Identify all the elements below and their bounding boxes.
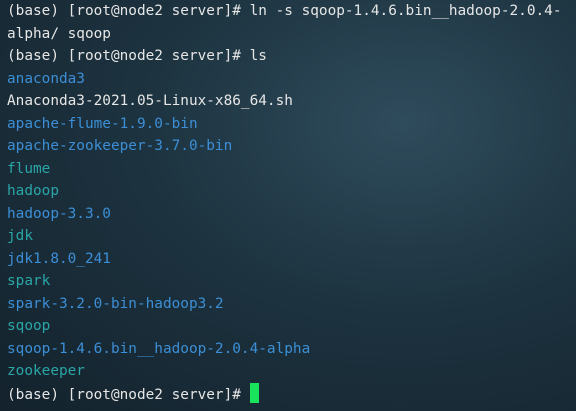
text-cursor bbox=[249, 382, 259, 403]
prompt-line[interactable]: (base) [root@node2 server]# bbox=[7, 382, 576, 406]
directory-name: jdk1.8.0_241 bbox=[7, 250, 111, 267]
terminal-line: (base) [root@node2 server]# ln -s sqoop-… bbox=[7, 0, 576, 23]
directory-name: hadoop-3.3.0 bbox=[7, 205, 111, 222]
symlink-entry: sqoop bbox=[7, 315, 576, 338]
directory-entry: spark-3.2.0-bin-hadoop3.2 bbox=[7, 293, 576, 316]
directory-entry: hadoop-3.3.0 bbox=[7, 203, 576, 226]
directory-entry: anaconda3 bbox=[7, 68, 576, 91]
file-name: Anaconda3-2021.05-Linux-x86_64.sh bbox=[7, 93, 293, 109]
directory-name: apache-zookeeper-3.7.0-bin bbox=[7, 138, 233, 154]
command-text: alpha/ sqoop bbox=[7, 25, 111, 42]
terminal-line: alpha/ sqoop bbox=[7, 23, 576, 46]
file-entry: Anaconda3-2021.05-Linux-x86_64.sh bbox=[7, 90, 576, 113]
symlink-entry: hadoop bbox=[7, 180, 576, 203]
directory-name: sqoop-1.4.6.bin__hadoop-2.0.4-alpha bbox=[7, 340, 311, 357]
directory-name: spark-3.2.0-bin-hadoop3.2 bbox=[7, 295, 224, 312]
command-text: (base) [root@node2 server]# ls bbox=[7, 48, 267, 64]
symlink-name: hadoop bbox=[7, 183, 59, 199]
prompt-text: (base) [root@node2 server]# bbox=[7, 386, 250, 403]
directory-entry: apache-flume-1.9.0-bin bbox=[7, 113, 576, 136]
symlink-name: flume bbox=[7, 160, 51, 177]
command-text: (base) [root@node2 server]# ln -s sqoop-… bbox=[7, 3, 562, 19]
symlink-entry: flume bbox=[7, 158, 576, 181]
symlink-name: spark bbox=[7, 273, 51, 289]
directory-name: apache-flume-1.9.0-bin bbox=[7, 115, 198, 132]
symlink-entry: jdk bbox=[7, 225, 576, 248]
terminal-window[interactable]: (base) [root@node2 server]# ln -s sqoop-… bbox=[0, 0, 576, 411]
directory-entry: sqoop-1.4.6.bin__hadoop-2.0.4-alpha bbox=[7, 338, 576, 361]
symlink-name: jdk bbox=[7, 228, 33, 244]
terminal-line: (base) [root@node2 server]# ls bbox=[7, 45, 576, 68]
symlink-entry: spark bbox=[7, 270, 576, 293]
symlink-entry: zookeeper bbox=[7, 360, 576, 383]
directory-name: anaconda3 bbox=[7, 70, 85, 87]
symlink-name: sqoop bbox=[7, 318, 51, 334]
directory-entry: jdk1.8.0_241 bbox=[7, 248, 576, 271]
symlink-name: zookeeper bbox=[7, 363, 85, 379]
directory-entry: apache-zookeeper-3.7.0-bin bbox=[7, 135, 576, 158]
